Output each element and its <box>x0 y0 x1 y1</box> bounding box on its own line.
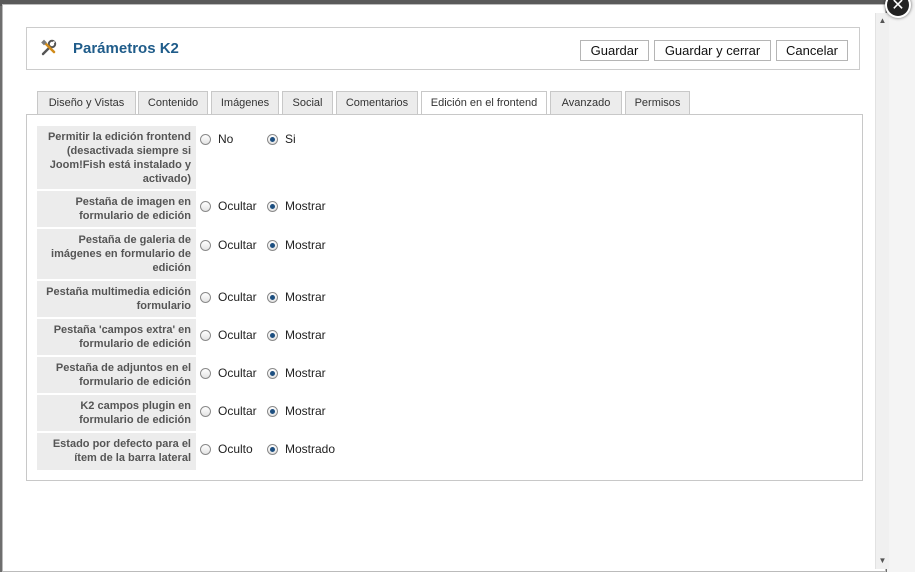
tab-label: Contenido <box>147 97 199 109</box>
option-label-mostrar[interactable]: Mostrar <box>285 199 326 213</box>
radio-mostrar[interactable] <box>267 330 278 341</box>
tab-label: Edición en el frontend <box>430 97 538 109</box>
radio-ocultar[interactable] <box>200 330 211 341</box>
tab-edicion-frontend[interactable]: Edición en el frontend <box>421 91 547 115</box>
option-label-ocultar[interactable]: Ocultar <box>218 290 257 304</box>
tools-icon <box>41 39 57 56</box>
option-label-mostrar[interactable]: Mostrar <box>285 404 326 418</box>
toolbar: Parámetros K2 Guardar Guardar y cerrar C… <box>26 27 860 70</box>
radio-mostrar[interactable] <box>267 292 278 303</box>
option-label-ocultar[interactable]: Ocultar <box>218 199 257 213</box>
setting-label: Pestaña 'campos extra' en formulario de … <box>37 319 196 355</box>
tab-imagenes[interactable]: Imágenes <box>211 91 279 114</box>
page-title: Parámetros K2 <box>73 40 179 57</box>
tab-social[interactable]: Social <box>282 91 333 114</box>
radio-si[interactable] <box>267 134 278 145</box>
scroll-up-arrow-icon[interactable]: ▲ <box>878 17 887 25</box>
tab-label: Diseño y Vistas <box>48 97 125 109</box>
radio-ocultar[interactable] <box>200 292 211 303</box>
save-close-button[interactable]: Guardar y cerrar <box>654 40 771 61</box>
option-label-mostrado[interactable]: Mostrado <box>285 442 335 456</box>
save-button[interactable]: Guardar <box>580 40 649 61</box>
option-label-oculto[interactable]: Oculto <box>218 442 253 456</box>
setting-label: Pestaña de imagen en formulario de edici… <box>37 191 196 227</box>
setting-row: Pestaña multimedia edición formulario Oc… <box>37 281 837 317</box>
option-label-mostrar[interactable]: Mostrar <box>285 290 326 304</box>
setting-row: Pestaña de galeria de imágenes en formul… <box>37 229 837 279</box>
option-label-ocultar[interactable]: Ocultar <box>218 238 257 252</box>
radio-mostrado[interactable] <box>267 444 278 455</box>
radio-ocultar[interactable] <box>200 201 211 212</box>
setting-label: K2 campos plugin en formulario de edició… <box>37 395 196 431</box>
option-label-no[interactable]: No <box>218 132 233 146</box>
scroll-down-arrow-icon[interactable]: ▼ <box>878 557 887 565</box>
setting-row: Permitir la edición frontend (desactivad… <box>37 126 837 189</box>
settings-panel: Permitir la edición frontend (desactivad… <box>26 114 863 481</box>
tab-diseno-vistas[interactable]: Diseño y Vistas <box>37 91 136 114</box>
vertical-scrollbar[interactable]: ▲ ▼ <box>875 13 889 569</box>
background-right-column <box>887 0 915 572</box>
modal-dialog: Parámetros K2 Guardar Guardar y cerrar C… <box>2 4 889 572</box>
modal-content: Parámetros K2 Guardar Guardar y cerrar C… <box>3 5 874 571</box>
option-label-mostrar[interactable]: Mostrar <box>285 328 326 342</box>
radio-no[interactable] <box>200 134 211 145</box>
tab-permisos[interactable]: Permisos <box>625 91 690 114</box>
tab-label: Imágenes <box>220 97 270 109</box>
option-label-ocultar[interactable]: Ocultar <box>218 366 257 380</box>
setting-row: K2 campos plugin en formulario de edició… <box>37 395 837 431</box>
setting-label: Pestaña de galeria de imágenes en formul… <box>37 229 196 279</box>
radio-mostrar[interactable] <box>267 368 278 379</box>
radio-mostrar[interactable] <box>267 406 278 417</box>
option-label-si[interactable]: Si <box>285 132 296 146</box>
setting-row: Estado por defecto para el ítem de la ba… <box>37 433 837 470</box>
setting-label: Permitir la edición frontend (desactivad… <box>37 126 196 189</box>
option-label-mostrar[interactable]: Mostrar <box>285 366 326 380</box>
tab-label: Avanzado <box>561 97 611 109</box>
radio-ocultar[interactable] <box>200 240 211 251</box>
radio-ocultar[interactable] <box>200 406 211 417</box>
setting-label: Estado por defecto para el ítem de la ba… <box>37 433 196 470</box>
radio-oculto[interactable] <box>200 444 211 455</box>
tab-label: Social <box>292 97 323 109</box>
radio-mostrar[interactable] <box>267 240 278 251</box>
tab-comentarios[interactable]: Comentarios <box>336 91 418 114</box>
tab-label: Permisos <box>634 97 681 109</box>
tab-label: Comentarios <box>345 97 409 109</box>
cancel-button[interactable]: Cancelar <box>776 40 848 61</box>
option-label-ocultar[interactable]: Ocultar <box>218 404 257 418</box>
option-label-ocultar[interactable]: Ocultar <box>218 328 257 342</box>
tab-avanzado[interactable]: Avanzado <box>550 91 622 114</box>
setting-row: Pestaña de adjuntos en el formulario de … <box>37 357 837 393</box>
radio-mostrar[interactable] <box>267 201 278 212</box>
radio-ocultar[interactable] <box>200 368 211 379</box>
setting-row: Pestaña 'campos extra' en formulario de … <box>37 319 837 355</box>
tab-contenido[interactable]: Contenido <box>138 91 208 114</box>
setting-label: Pestaña de adjuntos en el formulario de … <box>37 357 196 393</box>
option-label-mostrar[interactable]: Mostrar <box>285 238 326 252</box>
setting-label: Pestaña multimedia edición formulario <box>37 281 196 317</box>
setting-row: Pestaña de imagen en formulario de edici… <box>37 191 837 227</box>
